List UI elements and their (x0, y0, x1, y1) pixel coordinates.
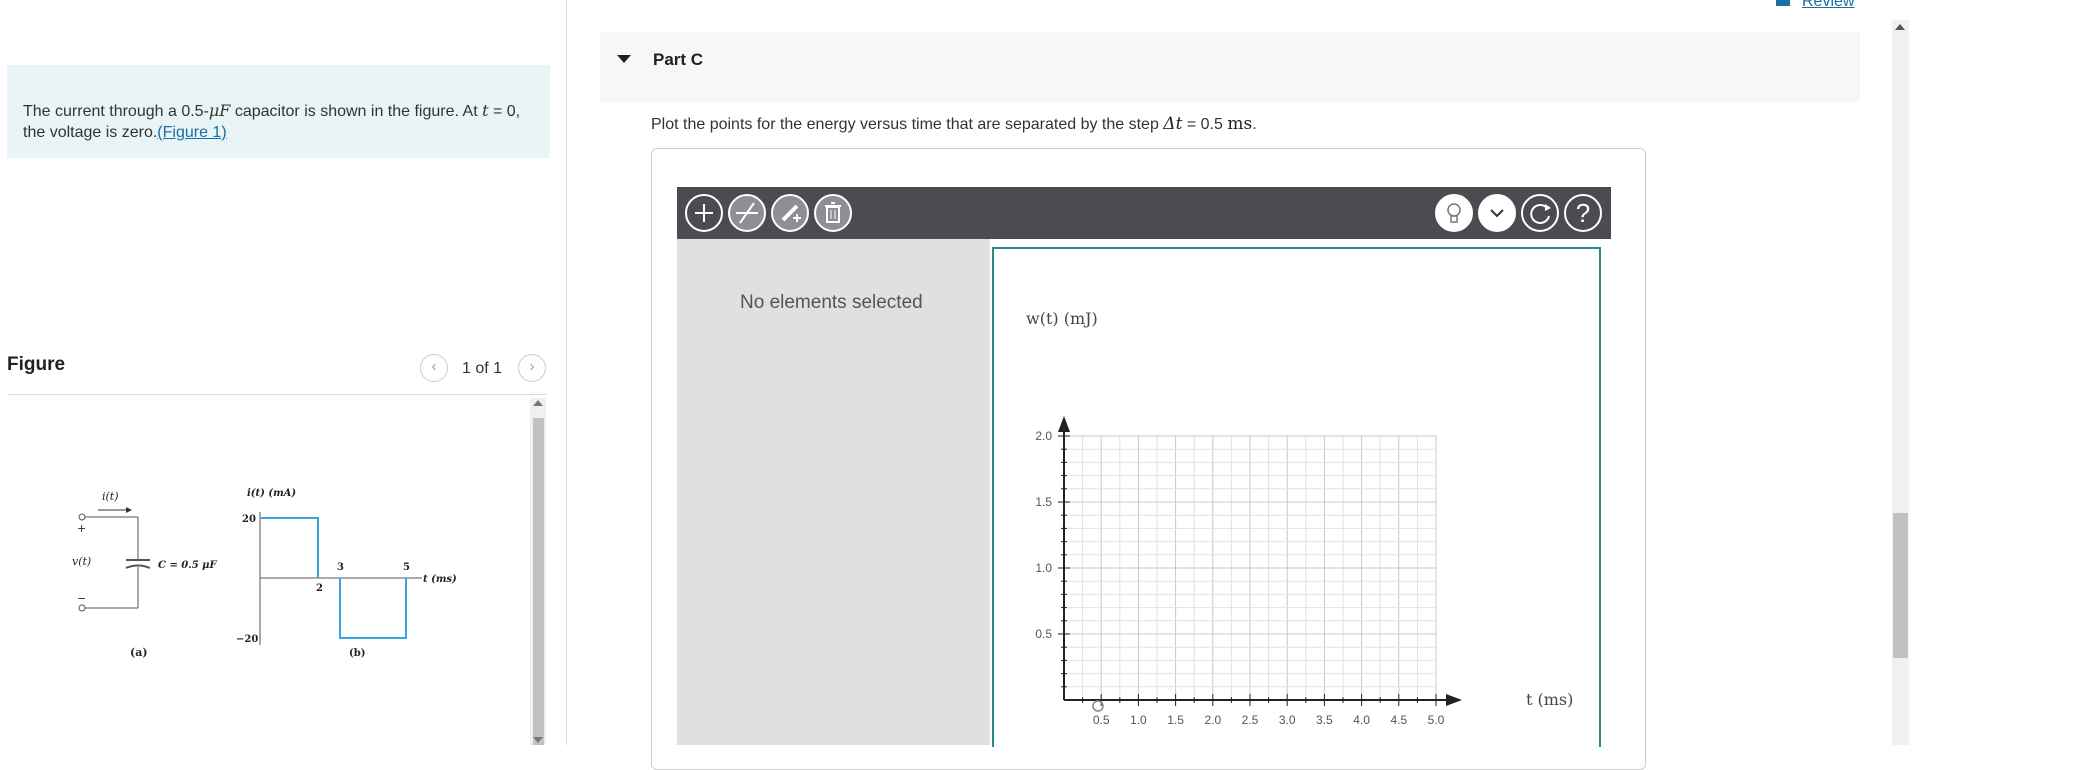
circuit-current-label: i(t) (102, 490, 119, 503)
scroll-up-arrow-icon[interactable] (1895, 24, 1905, 30)
unit-microfarad: μF (208, 101, 231, 120)
energy-plot[interactable]: 0.5 1.0 1.5 2.0 2.5 3.0 3.5 4.0 4.5 5.0 0.5 1.0 1.5 2… (992, 247, 1601, 745)
circuit-voltage-label: v(t) (72, 555, 91, 568)
figure-link[interactable]: (Figure 1) (157, 124, 226, 141)
delta-t-symbol: Δt (1163, 114, 1183, 134)
problem-text: The current through a 0.5-μF capacitor i… (23, 100, 543, 143)
waveform-caption: (b) (349, 648, 365, 659)
waveform-tick-neg20: −20 (236, 634, 258, 645)
y-tick-label: 1.0 (1035, 561, 1052, 575)
review-label: Review (1802, 0, 1855, 10)
trash-icon (825, 202, 841, 223)
y-tick-label: 0.5 (1035, 627, 1052, 641)
y-tick-label: 1.5 (1035, 495, 1052, 509)
problem-text-part: The current through a 0.5- (23, 103, 209, 120)
waveform-tick-3: 3 (337, 562, 344, 573)
terminal-bottom (78, 604, 86, 612)
x-tick-label: 5.0 (1428, 713, 1445, 727)
hint-button[interactable] (1435, 194, 1473, 232)
scroll-down-arrow-icon[interactable] (533, 737, 543, 743)
minus-sign: − (77, 592, 86, 605)
delete-tool-button[interactable] (814, 194, 852, 232)
figure-counter: 1 of 1 (462, 360, 503, 377)
waveform-ylabel: i(t) (mA) (247, 488, 296, 499)
x-tick-label: 4.0 (1353, 713, 1370, 727)
x-axis-arrowhead (1446, 694, 1462, 706)
lightbulb-icon (1447, 203, 1461, 223)
waveform-tick-5: 5 (403, 562, 410, 573)
waveform-xlabel: t (ms) (423, 574, 457, 585)
x-tick-label: 3.0 (1279, 713, 1296, 727)
line-tool-button[interactable] (728, 194, 766, 232)
edit-icon (781, 204, 801, 222)
plus-sign: + (77, 522, 86, 535)
y-axis-label: w(t) (mJ) (1026, 309, 1098, 328)
capacitor-label: C = 0.5 μF (158, 560, 217, 571)
selection-status: No elements selected (740, 292, 923, 313)
x-tick-label: 0.5 (1093, 713, 1110, 727)
scroll-up-arrow-icon[interactable] (533, 400, 543, 406)
figure-scrollbar-thumb[interactable] (533, 418, 544, 745)
waveform-tick-20: 20 (242, 514, 256, 525)
plot-grid (1064, 435, 1437, 700)
waveform-negative-pulse (339, 578, 407, 639)
instruction-unit: ms (1227, 114, 1253, 134)
x-tick-label: 1.0 (1130, 713, 1147, 727)
problem-statement-box: The current through a 0.5-μF capacitor i… (7, 65, 550, 158)
waveform-positive-pulse (260, 517, 319, 578)
part-c-header[interactable] (600, 32, 1860, 102)
line-tool-icon (736, 202, 758, 224)
help-icon: ? (1575, 198, 1591, 228)
terminal-top (78, 513, 86, 521)
current-waveform: i(t) (mA) 20 −20 2 3 5 t (ms) (b) (236, 488, 457, 659)
part-title: Part C (653, 50, 704, 69)
instruction-text: = 0.5 (1182, 116, 1228, 133)
x-tick-label: 1.5 (1167, 713, 1184, 727)
figure-title: Figure (7, 354, 66, 375)
x-tick-label: 2.0 (1204, 713, 1221, 727)
review-icon (1776, 0, 1790, 6)
part-instruction: Plot the points for the energy versus ti… (651, 114, 1257, 134)
y-tick-label: 2.0 (1035, 429, 1052, 443)
edit-tool-button[interactable] (771, 194, 809, 232)
plus-icon (695, 204, 713, 222)
waveform-tick-2: 2 (316, 583, 323, 594)
figure-prev-button[interactable]: ‹ (420, 354, 448, 382)
chevron-right-icon: › (529, 358, 535, 375)
circuit-caption: (a) (130, 646, 148, 659)
chevron-left-icon: ‹ (431, 358, 437, 375)
figure-divider (7, 394, 547, 395)
x-tick-label: 4.5 (1390, 713, 1407, 727)
instruction-text: Plot the points for the energy versus ti… (651, 116, 1164, 133)
figure-next-button[interactable]: › (518, 354, 546, 382)
circuit-diagram: i(t) + v(t) C = 0.5 μF − (a) (72, 490, 217, 659)
help-button[interactable]: ? (1564, 194, 1602, 232)
caret-down-icon[interactable] (617, 55, 631, 63)
options-dropdown-button[interactable] (1478, 194, 1516, 232)
review-link[interactable]: Review (1802, 0, 1854, 11)
reset-button[interactable] (1521, 194, 1559, 232)
chevron-down-icon (1490, 209, 1504, 218)
instruction-text: . (1252, 116, 1257, 133)
y-axis-arrowhead (1058, 416, 1070, 432)
current-arrowhead (126, 507, 132, 513)
x-tick-label: 3.5 (1316, 713, 1333, 727)
x-tick-label: 2.5 (1242, 713, 1259, 727)
x-axis-label: t (ms) (1526, 690, 1573, 709)
plot-axes (1058, 416, 1462, 706)
column-divider (566, 0, 567, 745)
plot-ticks: 0.5 1.0 1.5 2.0 2.5 3.0 3.5 4.0 4.5 5.0 0.5 1.0 1.5 2… (1035, 429, 1444, 727)
element-properties-panel (677, 239, 990, 745)
add-point-button[interactable] (685, 194, 723, 232)
problem-text-part: capacitor is shown in the figure. At (230, 103, 483, 120)
figure-image: i(t) + v(t) C = 0.5 μF − (a) i(t) (mA) 2… (72, 488, 457, 659)
page-scrollbar-thumb[interactable] (1893, 513, 1908, 658)
reset-icon (1530, 203, 1551, 224)
